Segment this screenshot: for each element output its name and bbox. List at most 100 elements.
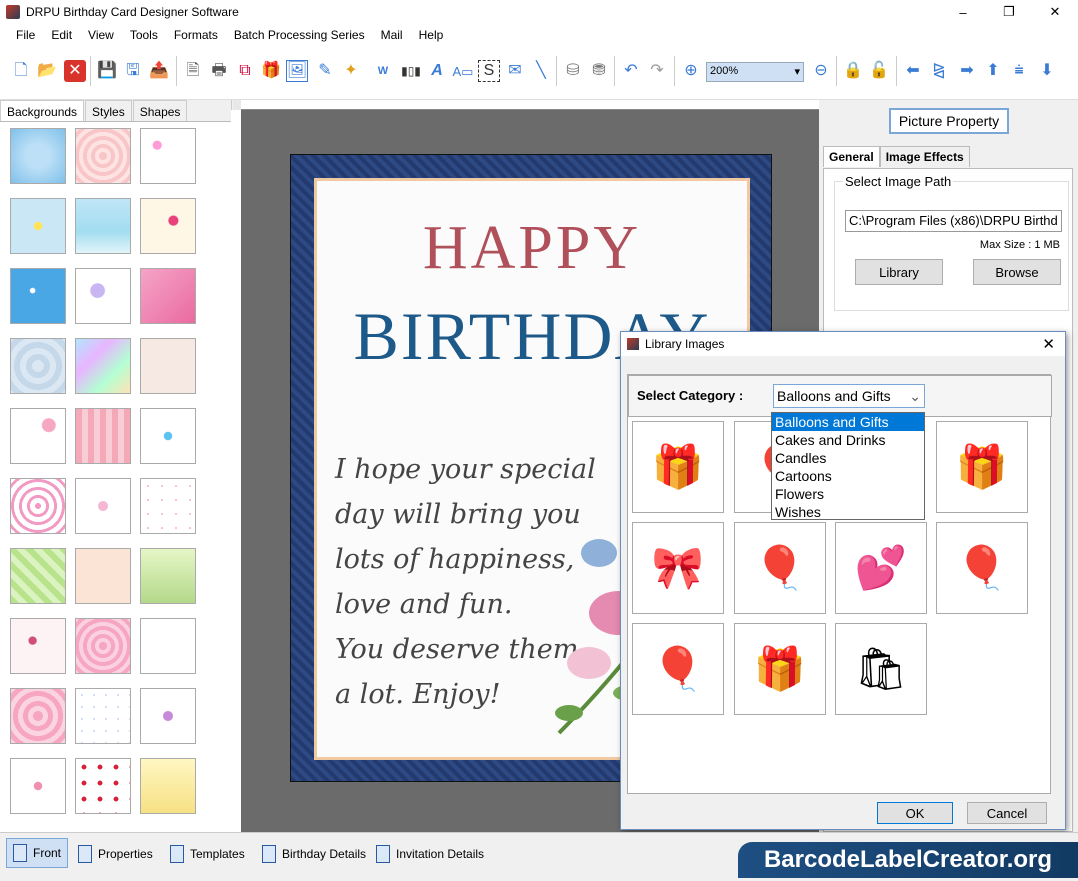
background-thumbnail[interactable] bbox=[10, 758, 66, 814]
background-thumbnail[interactable] bbox=[75, 338, 131, 394]
background-thumbnail[interactable] bbox=[75, 548, 131, 604]
zoom-select[interactable]: 200% ▾ bbox=[706, 62, 804, 82]
save-icon[interactable]: 💾 bbox=[96, 60, 118, 82]
maximize-button[interactable]: ❐ bbox=[986, 0, 1032, 24]
background-thumbnail[interactable] bbox=[10, 688, 66, 744]
signature-icon[interactable]: S bbox=[478, 60, 500, 82]
library-image-balloon-bunch[interactable]: 🎈 bbox=[632, 623, 724, 715]
category-dropdown-list[interactable]: Balloons and Gifts Cakes and Drinks Cand… bbox=[771, 412, 925, 520]
copy-icon[interactable]: ⧉ bbox=[234, 60, 256, 82]
text-box-icon[interactable]: A▭ bbox=[452, 60, 474, 82]
save-as-icon[interactable]: 🖫 bbox=[122, 60, 144, 82]
tab-general[interactable]: General bbox=[823, 146, 880, 167]
image-path-field[interactable]: C:\Program Files (x86)\DRPU Birthd bbox=[845, 210, 1062, 232]
browse-button[interactable]: Browse bbox=[973, 259, 1061, 285]
category-option[interactable]: Balloons and Gifts bbox=[772, 413, 924, 431]
pencil-icon[interactable]: ✎ bbox=[314, 60, 336, 82]
database-icon[interactable]: ⛁ bbox=[562, 60, 584, 82]
print-preview-icon[interactable]: 🗎 bbox=[182, 60, 204, 82]
cancel-button[interactable]: Cancel bbox=[967, 802, 1047, 824]
mail-icon[interactable]: ✉ bbox=[504, 60, 526, 82]
background-thumbnail[interactable] bbox=[10, 408, 66, 464]
undo-icon[interactable]: ↶ bbox=[620, 60, 642, 82]
menu-tools[interactable]: Tools bbox=[122, 28, 166, 42]
library-image-blue-gift[interactable]: 🎁 bbox=[936, 421, 1028, 513]
flip-horizontal-icon[interactable]: ⧎ bbox=[928, 60, 950, 82]
library-image-gift-box[interactable]: 🎁 bbox=[632, 421, 724, 513]
zoom-in-icon[interactable]: ⊕ bbox=[680, 60, 702, 82]
print-icon[interactable]: 🖶 bbox=[208, 60, 230, 82]
wordart-icon[interactable]: W bbox=[372, 60, 394, 82]
background-thumbnail[interactable] bbox=[75, 198, 131, 254]
background-thumbnail[interactable] bbox=[75, 408, 131, 464]
background-thumbnail[interactable] bbox=[140, 478, 196, 534]
database-settings-icon[interactable]: ⛃ bbox=[588, 60, 610, 82]
library-image-heart-balloons[interactable]: 💕 bbox=[835, 522, 927, 614]
background-thumbnail[interactable] bbox=[75, 268, 131, 324]
background-thumbnail[interactable] bbox=[140, 338, 196, 394]
background-thumbnail[interactable] bbox=[140, 758, 196, 814]
category-option[interactable]: Cakes and Drinks bbox=[772, 431, 924, 449]
menu-batch-processing[interactable]: Batch Processing Series bbox=[226, 28, 373, 42]
background-thumbnail[interactable] bbox=[140, 688, 196, 744]
tab-shapes[interactable]: Shapes bbox=[132, 100, 188, 121]
gift-icon[interactable]: 🎁 bbox=[260, 60, 282, 82]
properties-button[interactable]: Properties bbox=[78, 845, 153, 863]
birthday-details-button[interactable]: Birthday Details bbox=[262, 845, 366, 863]
minimize-button[interactable]: – bbox=[940, 0, 986, 24]
library-image-pink-gift[interactable]: 🎀 bbox=[632, 522, 724, 614]
card-title-happy[interactable]: HAPPY bbox=[317, 213, 747, 284]
background-thumbnail[interactable] bbox=[10, 618, 66, 674]
ok-button[interactable]: OK bbox=[877, 802, 953, 824]
templates-button[interactable]: Templates bbox=[170, 845, 245, 863]
arrow-left-icon[interactable]: ⬅ bbox=[902, 60, 924, 82]
flip-vertical-icon[interactable]: ⩧ bbox=[1008, 60, 1030, 82]
open-icon[interactable]: 📂 bbox=[36, 60, 58, 82]
background-thumbnail[interactable] bbox=[140, 198, 196, 254]
library-image-red-balloons[interactable]: 🎈 bbox=[936, 522, 1028, 614]
tab-backgrounds[interactable]: Backgrounds bbox=[0, 100, 85, 121]
close-file-icon[interactable]: ✕ bbox=[64, 60, 86, 82]
export-icon[interactable]: 📤 bbox=[148, 60, 170, 82]
text-icon[interactable]: A bbox=[426, 60, 448, 82]
background-thumbnail[interactable] bbox=[140, 618, 196, 674]
library-image-gift-pile[interactable]: 🛍 bbox=[835, 623, 927, 715]
invitation-details-button[interactable]: Invitation Details bbox=[376, 845, 484, 863]
category-option[interactable]: Flowers bbox=[772, 485, 924, 503]
category-option[interactable]: Cartoons bbox=[772, 467, 924, 485]
library-button[interactable]: Library bbox=[855, 259, 943, 285]
tab-image-effects[interactable]: Image Effects bbox=[879, 146, 970, 167]
new-icon[interactable]: 🗋 bbox=[10, 60, 32, 82]
background-thumbnail[interactable] bbox=[140, 408, 196, 464]
background-thumbnail[interactable] bbox=[10, 478, 66, 534]
category-option[interactable]: Candles bbox=[772, 449, 924, 467]
background-thumbnail[interactable] bbox=[10, 338, 66, 394]
category-select[interactable]: Balloons and Gifts ⌄ bbox=[773, 384, 925, 408]
lock-icon[interactable]: 🔒 bbox=[842, 60, 864, 82]
close-button[interactable]: ✕ bbox=[1032, 0, 1078, 24]
background-thumbnail[interactable] bbox=[10, 268, 66, 324]
redo-icon[interactable]: ↷ bbox=[646, 60, 668, 82]
barcode-icon[interactable]: ▮▯▮ bbox=[400, 60, 422, 82]
menu-formats[interactable]: Formats bbox=[166, 28, 226, 42]
library-image-red-gifts[interactable]: 🎁 bbox=[734, 623, 826, 715]
menu-view[interactable]: View bbox=[80, 28, 122, 42]
menu-help[interactable]: Help bbox=[411, 28, 452, 42]
category-option[interactable]: Wishes bbox=[772, 503, 924, 521]
menu-mail[interactable]: Mail bbox=[373, 28, 411, 42]
tab-styles[interactable]: Styles bbox=[85, 100, 132, 121]
background-thumbnail[interactable] bbox=[140, 128, 196, 184]
library-image-balloons-card[interactable]: 🎈 bbox=[734, 522, 826, 614]
arrow-up-icon[interactable]: ⬆ bbox=[982, 60, 1004, 82]
background-thumbnail[interactable] bbox=[140, 548, 196, 604]
shapes-icon[interactable]: ✦ bbox=[340, 60, 362, 82]
background-thumbnail[interactable] bbox=[75, 128, 131, 184]
menu-edit[interactable]: Edit bbox=[43, 28, 80, 42]
front-button[interactable]: Front bbox=[6, 838, 69, 868]
background-thumbnail[interactable] bbox=[10, 198, 66, 254]
dialog-close-icon[interactable]: ✕ bbox=[1042, 335, 1055, 353]
background-thumbnail[interactable] bbox=[10, 128, 66, 184]
zoom-out-icon[interactable]: ⊖ bbox=[810, 60, 832, 82]
background-thumbnail[interactable] bbox=[10, 548, 66, 604]
line-icon[interactable]: ╲ bbox=[530, 60, 552, 82]
